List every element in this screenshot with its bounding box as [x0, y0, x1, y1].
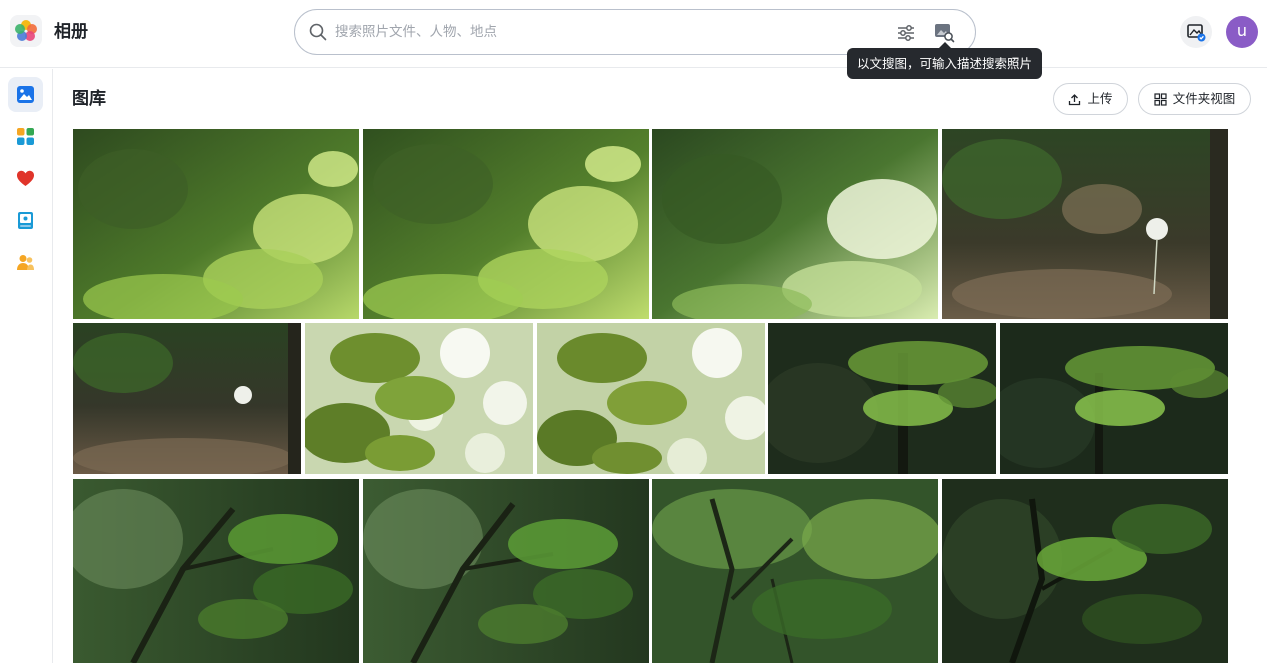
photo-dark-forest-leaves	[942, 479, 1228, 663]
photo-leaves-bokeh	[305, 323, 533, 474]
sidebar	[0, 69, 53, 663]
photo-tree-branches	[73, 479, 359, 663]
photo-thumbnail[interactable]	[768, 323, 996, 474]
grid-icon	[17, 128, 34, 145]
upload-button[interactable]: 上传	[1053, 83, 1128, 115]
image-search-tooltip: 以文搜图，可输入描述搜索照片	[847, 42, 1042, 79]
photo-bright-leaves	[652, 129, 938, 319]
app-logo-icon	[10, 15, 42, 47]
sidebar-item-people[interactable]	[8, 245, 43, 280]
photo-forest-canopy	[652, 479, 938, 663]
sidebar-item-favorites[interactable]	[8, 161, 43, 196]
search-input[interactable]	[335, 20, 875, 44]
photo-thumbnail[interactable]	[73, 479, 359, 663]
upload-label: 上传	[1087, 91, 1113, 106]
photo-thumbnail[interactable]	[73, 323, 301, 474]
image-search-icon[interactable]	[933, 21, 955, 43]
photo-leaves-sunlit	[363, 129, 649, 319]
sidebar-item-memories[interactable]	[8, 203, 43, 238]
photo-thumbnail[interactable]	[652, 479, 938, 663]
photo-thumbnail[interactable]	[305, 323, 533, 474]
folder-grid-icon	[1154, 92, 1167, 106]
sidebar-item-gallery[interactable]	[8, 77, 43, 112]
top-bar: 相册 以文搜图，可输入描述搜索照片 u	[0, 0, 1267, 79]
photo-tree-branches	[363, 479, 649, 663]
folder-view-button[interactable]: 文件夹视图	[1138, 83, 1251, 115]
avatar[interactable]: u	[1226, 16, 1258, 48]
search-icon	[309, 23, 327, 41]
photo-leaves-sunlit	[73, 129, 359, 319]
photo-dark-forest-branch	[1000, 323, 1228, 474]
photo-white-flower-forest	[73, 323, 301, 474]
photo-sync-button[interactable]	[1180, 16, 1212, 48]
people-icon	[17, 255, 34, 270]
photo-leaves-bokeh	[537, 323, 765, 474]
photo-thumbnail[interactable]	[652, 129, 938, 319]
filter-sliders-icon[interactable]	[895, 22, 917, 44]
image-icon	[17, 86, 34, 103]
photo-thumbnail[interactable]	[73, 129, 359, 319]
upload-icon	[1069, 93, 1081, 105]
heart-icon	[17, 170, 34, 186]
photo-thumbnail[interactable]	[537, 323, 765, 474]
sidebar-item-albums[interactable]	[8, 119, 43, 154]
photo-thumbnail[interactable]	[942, 479, 1228, 663]
folder-view-label: 文件夹视图	[1172, 91, 1236, 106]
app-title: 相册	[54, 22, 88, 42]
photo-dark-forest-branch	[768, 323, 996, 474]
photo-white-flower-forest	[942, 129, 1228, 319]
photo-thumbnail[interactable]	[363, 129, 649, 319]
photo-thumbnail[interactable]	[363, 479, 649, 663]
photo-thumbnail[interactable]	[1000, 323, 1228, 474]
photo-thumbnail[interactable]	[942, 129, 1228, 319]
page-title: 图库	[72, 89, 106, 109]
photo-sync-icon	[1187, 24, 1206, 42]
book-icon	[18, 212, 33, 229]
